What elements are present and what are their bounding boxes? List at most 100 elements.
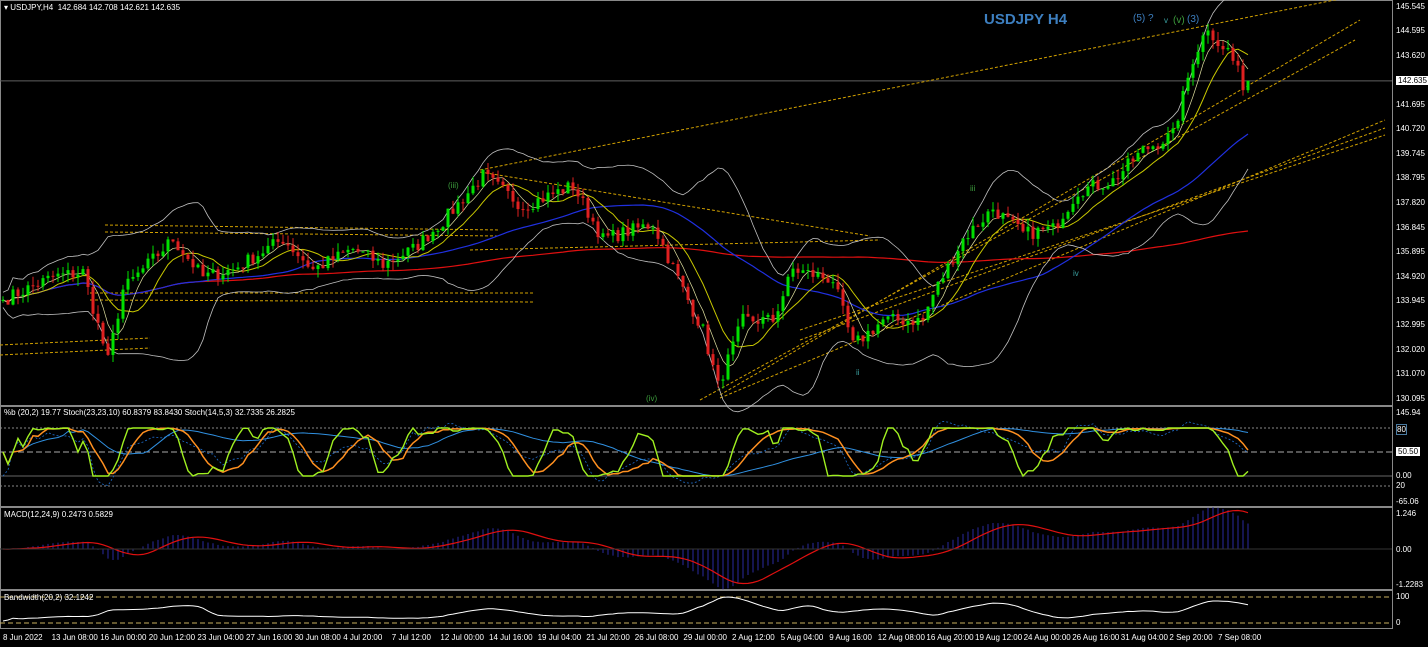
stoch-indicator-label: %b (20,2) 19.77 Stoch(23,23,10) 60.8379 …	[4, 408, 295, 417]
candle-body	[26, 285, 30, 295]
candle-body	[251, 254, 255, 264]
time-axis-label: 27 Jun 16:00	[246, 633, 293, 642]
candle-body	[16, 289, 20, 297]
price-axis-label: 134.920	[1396, 271, 1425, 281]
candle-body	[86, 269, 90, 288]
candle-body	[1041, 227, 1045, 230]
candle-body	[856, 335, 860, 341]
candle-body	[846, 305, 850, 328]
candle-body	[501, 181, 505, 186]
candle-body	[341, 251, 345, 253]
candle-body	[1236, 60, 1240, 66]
panel-frame	[0, 0, 1393, 406]
candle-body	[36, 285, 40, 287]
candle-body	[56, 273, 60, 277]
candle-body	[1066, 211, 1070, 219]
candle-body	[911, 320, 915, 325]
bandwidth-axis-label: 100	[1396, 592, 1410, 601]
candle-body	[811, 270, 815, 277]
candle-body	[481, 169, 485, 187]
candle-body	[1026, 226, 1030, 232]
candle-body	[1101, 188, 1105, 190]
chart-canvas[interactable]	[0, 0, 1428, 647]
candle-body	[561, 189, 565, 194]
candle-body	[696, 316, 700, 326]
wave-label: v	[1164, 16, 1168, 25]
candle-body	[966, 238, 970, 240]
candle-body	[436, 230, 440, 232]
time-axis-label: 7 Jul 12:00	[391, 633, 431, 642]
candle-body	[126, 278, 130, 290]
candle-body	[691, 299, 695, 317]
candle-body	[596, 221, 600, 238]
candle-body	[331, 256, 335, 260]
macd-axis-label: -1.2283	[1396, 580, 1424, 589]
time-axis-label: 30 Jun 08:00	[294, 633, 341, 642]
candle-body	[621, 227, 625, 242]
candle-body	[41, 278, 45, 287]
candle-body	[526, 209, 530, 211]
candle-body	[956, 251, 960, 265]
candle-body	[376, 258, 380, 261]
candle-body	[246, 254, 250, 268]
candle-body	[1121, 171, 1125, 180]
candle-body	[216, 269, 220, 280]
bandwidth-indicator-label: Bandwidth(20,2) 32.1242	[4, 593, 94, 602]
candle-body	[786, 276, 790, 297]
candle-body	[221, 275, 225, 280]
symbol-header[interactable]: ▾ USDJPY,H4 142.684 142.708 142.621 142.…	[4, 3, 180, 12]
candle-body	[731, 341, 735, 355]
time-axis-label: 16 Jun 00:00	[100, 633, 147, 642]
candle-body	[1211, 30, 1215, 41]
candle-body	[506, 185, 510, 191]
candle-body	[921, 317, 925, 320]
candle-body	[61, 273, 65, 275]
time-axis-label: 24 Aug 00:00	[1023, 633, 1071, 642]
candle-body	[716, 364, 720, 381]
candle-body	[166, 239, 170, 252]
candle-body	[151, 253, 155, 259]
candle-body	[136, 272, 140, 277]
candle-body	[836, 282, 840, 290]
candle-body	[656, 227, 660, 239]
price-axis-label: 131.070	[1396, 369, 1425, 379]
candle-body	[476, 185, 480, 187]
candle-body	[446, 208, 450, 228]
candle-body	[1146, 146, 1150, 150]
candle-body	[336, 251, 340, 260]
stoch-axis-label: 0.00	[1396, 471, 1412, 480]
candle-body	[941, 278, 945, 282]
candle-body	[771, 314, 775, 322]
price-axis-label: 140.720	[1396, 124, 1425, 134]
time-axis-label: 2 Sep 20:00	[1169, 633, 1213, 642]
candle-body	[1231, 47, 1235, 61]
trend-line	[799, 127, 1386, 341]
candle-body	[131, 276, 135, 279]
candle-body	[721, 379, 725, 381]
candle-body	[831, 282, 835, 284]
candle-body	[211, 269, 215, 273]
candle-body	[1181, 91, 1185, 121]
candle-body	[801, 270, 805, 273]
candle-body	[1136, 152, 1140, 162]
time-axis-label: 4 Jul 20:00	[343, 633, 383, 642]
candle-body	[701, 324, 705, 326]
candle-body	[276, 239, 280, 242]
time-axis-label: 23 Jun 04:00	[197, 633, 244, 642]
candle-body	[906, 320, 910, 325]
candle-body	[576, 189, 580, 197]
candle-body	[486, 169, 490, 175]
candle-body	[641, 224, 645, 228]
candle-body	[206, 272, 210, 277]
candle-body	[826, 278, 830, 283]
candle-body	[1036, 227, 1040, 239]
candle-body	[266, 245, 270, 254]
candle-body	[531, 208, 535, 210]
candle-body	[231, 269, 235, 271]
candle-body	[6, 299, 10, 305]
candle-body	[571, 182, 575, 190]
candle-body	[901, 320, 905, 325]
candle-body	[1246, 80, 1250, 91]
candle-body	[96, 313, 100, 323]
candle-body	[681, 275, 685, 287]
